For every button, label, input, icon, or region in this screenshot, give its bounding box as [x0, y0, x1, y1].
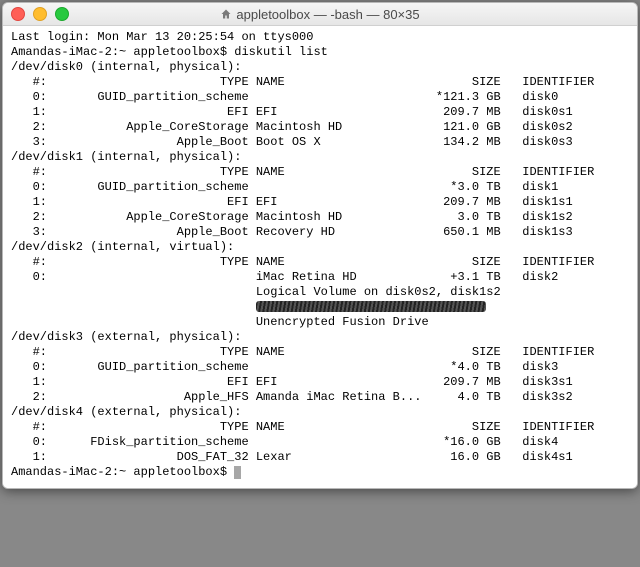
terminal-window: appletoolbox — -bash — 80×35 Last login:…: [2, 2, 638, 489]
terminal-line: 0: GUID_partition_scheme *121.3 GB disk0: [11, 90, 631, 105]
prompt: Amandas-iMac-2:~ appletoolbox$: [11, 465, 234, 479]
terminal-line: 2: Apple_CoreStorage Macintosh HD 3.0 TB…: [11, 210, 631, 225]
terminal-line: 1: EFI EFI 209.7 MB disk1s1: [11, 195, 631, 210]
window-controls: [11, 7, 69, 21]
terminal-line: #: TYPE NAME SIZE IDENTIFIER: [11, 165, 631, 180]
terminal-line: Logical Volume on disk0s2, disk1s2: [11, 285, 631, 300]
terminal-line: Last login: Mon Mar 13 20:25:54 on ttys0…: [11, 30, 631, 45]
terminal-line: /dev/disk4 (external, physical):: [11, 405, 631, 420]
terminal-line: 1: EFI EFI 209.7 MB disk0s1: [11, 105, 631, 120]
terminal-line: Unencrypted Fusion Drive: [11, 315, 631, 330]
terminal-line: #: TYPE NAME SIZE IDENTIFIER: [11, 345, 631, 360]
terminal-line: 2: Apple_HFS Amanda iMac Retina B... 4.0…: [11, 390, 631, 405]
zoom-icon[interactable]: [55, 7, 69, 21]
terminal-line: /dev/disk1 (internal, physical):: [11, 150, 631, 165]
terminal-line: 2: Apple_CoreStorage Macintosh HD 121.0 …: [11, 120, 631, 135]
terminal-line: 1: EFI EFI 209.7 MB disk3s1: [11, 375, 631, 390]
window-title: appletoolbox — -bash — 80×35: [3, 7, 637, 22]
terminal-line: /dev/disk2 (internal, virtual):: [11, 240, 631, 255]
terminal-line: Amandas-iMac-2:~ appletoolbox$: [11, 465, 631, 480]
titlebar: appletoolbox — -bash — 80×35: [3, 3, 637, 26]
terminal-line: 0: GUID_partition_scheme *4.0 TB disk3: [11, 360, 631, 375]
terminal-line: 1: DOS_FAT_32 Lexar 16.0 GB disk4s1: [11, 450, 631, 465]
home-icon: [220, 8, 232, 20]
terminal-line: /dev/disk3 (external, physical):: [11, 330, 631, 345]
cursor: [234, 466, 241, 479]
redacted-uuid: [256, 301, 486, 312]
terminal-line: Amandas-iMac-2:~ appletoolbox$ diskutil …: [11, 45, 631, 60]
terminal-line: #: TYPE NAME SIZE IDENTIFIER: [11, 75, 631, 90]
close-icon[interactable]: [11, 7, 25, 21]
terminal-line: 3: Apple_Boot Recovery HD 650.1 MB disk1…: [11, 225, 631, 240]
terminal-line: #: TYPE NAME SIZE IDENTIFIER: [11, 255, 631, 270]
terminal-line: 0: iMac Retina HD +3.1 TB disk2: [11, 270, 631, 285]
terminal-line: [11, 300, 631, 315]
terminal-line: 0: GUID_partition_scheme *3.0 TB disk1: [11, 180, 631, 195]
terminal-line: #: TYPE NAME SIZE IDENTIFIER: [11, 420, 631, 435]
minimize-icon[interactable]: [33, 7, 47, 21]
terminal-line: 3: Apple_Boot Boot OS X 134.2 MB disk0s3: [11, 135, 631, 150]
terminal-line: /dev/disk0 (internal, physical):: [11, 60, 631, 75]
terminal-content[interactable]: Last login: Mon Mar 13 20:25:54 on ttys0…: [3, 26, 637, 488]
terminal-line: 0: FDisk_partition_scheme *16.0 GB disk4: [11, 435, 631, 450]
window-title-text: appletoolbox — -bash — 80×35: [236, 7, 419, 22]
